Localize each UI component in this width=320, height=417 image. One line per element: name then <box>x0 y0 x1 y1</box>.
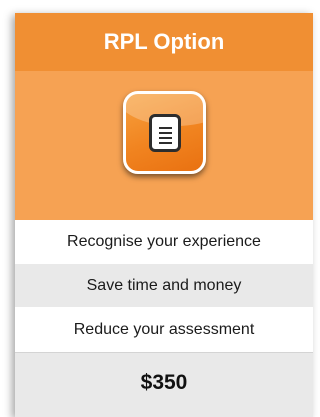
card-hero <box>15 71 313 220</box>
pricing-card: RPL Option Recognise your experience Sav… <box>15 13 313 417</box>
feature-text: Save time and money <box>86 276 242 294</box>
price-value: $350 <box>140 371 188 394</box>
feature-row: Save time and money <box>15 264 313 308</box>
feature-text: Recognise your experience <box>67 232 261 250</box>
document-icon <box>149 114 181 152</box>
price-label: $350 <box>15 352 313 413</box>
feature-row: Reduce your assessment <box>15 308 313 352</box>
feature-row: Recognise your experience <box>15 220 313 264</box>
card-header: RPL Option <box>15 13 313 71</box>
feature-text: Reduce your assessment <box>73 320 255 338</box>
card-title: RPL Option <box>103 29 225 54</box>
app-icon-tile <box>123 91 206 174</box>
